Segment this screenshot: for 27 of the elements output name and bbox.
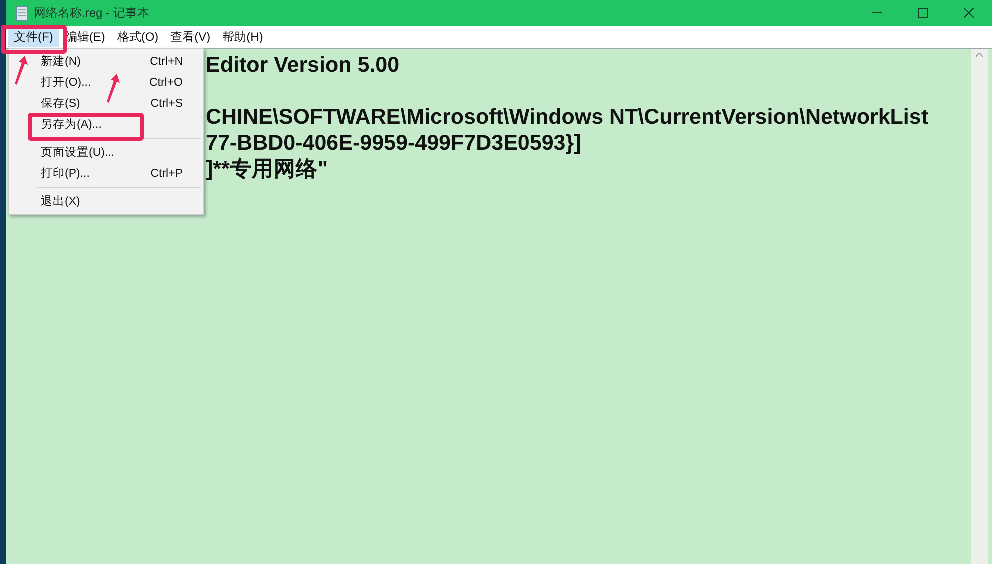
maximize-icon (918, 8, 928, 18)
menu-entry[interactable]: 另存为(A)... (39, 115, 104, 134)
highlight-frame (1, 25, 67, 54)
shortcut-label: Ctrl+P (150, 166, 184, 182)
menu-entry[interactable]: 新建(N) (39, 52, 83, 71)
close-icon (964, 8, 974, 18)
menu-item[interactable]: 文件(F) (8, 27, 60, 47)
menu-entry[interactable]: 打印(P)... (39, 164, 92, 183)
menu-entry[interactable]: 保存(S) (39, 94, 82, 113)
pointer-arrow (14, 56, 30, 86)
shortcut-label: Ctrl+O (148, 76, 184, 90)
text-line: CHINE\SOFTWARE\Microsoft\Windows NT\CurrentVersion\NetworkList (206, 104, 928, 130)
text-line: 77-BBD0-406E-9959-499F7D3E0593}] (206, 130, 582, 156)
pointer-arrow (106, 74, 122, 104)
text-line: Editor Version 5.00 (206, 52, 400, 78)
shortcut-label: Ctrl+N (149, 54, 184, 70)
menu-item[interactable]: 格式(O) (111, 27, 165, 47)
text-line: ]**专用网络" (206, 156, 328, 182)
menu-item[interactable]: 帮助(H) (216, 27, 270, 47)
scroll-up-icon (976, 53, 983, 57)
menu-entry[interactable]: 打开(O)... (39, 73, 94, 92)
shortcut-label: Ctrl+S (150, 96, 184, 112)
notepad-icon (16, 6, 28, 20)
menu-entry[interactable]: 退出(X) (39, 192, 82, 211)
menu-entry[interactable]: 页面设置(U)... (39, 143, 117, 162)
window-title: 网络名称.reg - 记事本 (34, 4, 150, 22)
menu-item[interactable]: 查看(V) (164, 27, 217, 47)
